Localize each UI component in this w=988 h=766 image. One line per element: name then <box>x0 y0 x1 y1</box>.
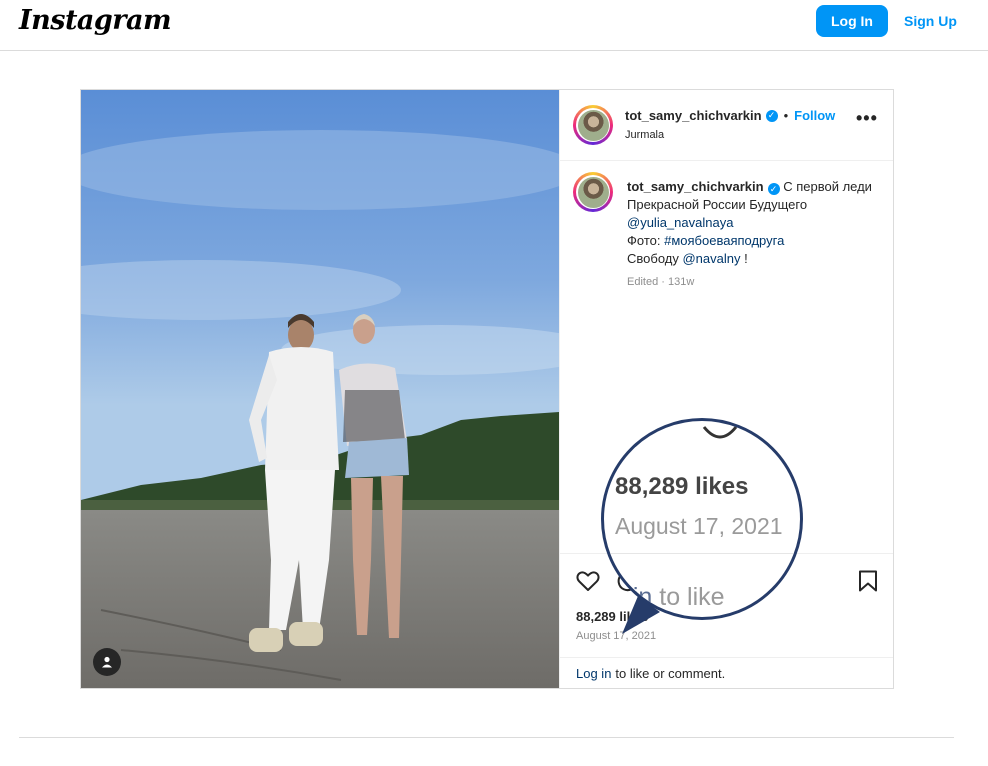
caption-avatar[interactable] <box>573 172 613 212</box>
top-bar: Instagram Log In Sign Up <box>0 0 988 51</box>
caption-end: ! <box>740 251 748 266</box>
verified-icon: ✓ <box>765 109 778 122</box>
zoom-callout: 88,289 likes August 17, 2021 g in to lik… <box>601 418 803 620</box>
signup-link[interactable]: Sign Up <box>900 5 961 37</box>
post-photo[interactable] <box>81 90 559 688</box>
follow-button[interactable]: Follow <box>794 108 835 123</box>
zoom-likes: 88,289 likes <box>615 473 749 500</box>
caption-username[interactable]: tot_samy_chichvarkin <box>627 179 764 194</box>
edited-timestamp: Edited · 131w <box>627 276 695 288</box>
mention-link-2[interactable]: @navalny <box>682 251 740 266</box>
caption-photo-label: Фото: <box>627 233 661 248</box>
caption: tot_samy_chichvarkin ✓ С первой леди Прек… <box>627 178 877 268</box>
heart-icon[interactable] <box>576 570 600 592</box>
location-link[interactable]: Jurmala <box>625 129 664 141</box>
instagram-logo[interactable]: Instagram <box>19 5 172 36</box>
post-card: tot_samy_chichvarkin ✓ • Follow Jurmala … <box>80 89 894 689</box>
login-to-comment-link[interactable]: Log in <box>576 666 611 681</box>
zoom-date: August 17, 2021 <box>615 513 783 539</box>
caption-freedom-label: Свободу <box>627 251 679 266</box>
bookmark-icon[interactable] <box>858 570 878 592</box>
username-link[interactable]: tot_samy_chichvarkin <box>625 108 762 123</box>
post-photo-illustration <box>81 90 559 688</box>
user-tag-icon[interactable] <box>93 648 121 676</box>
comment-prompt: to like or comment. <box>615 666 726 681</box>
more-icon[interactable]: ••• <box>856 109 878 127</box>
header-user-row: tot_samy_chichvarkin ✓ • Follow <box>625 108 835 123</box>
mention-link[interactable]: @yulia_navalnaya <box>627 215 733 230</box>
zoom-login-text: g in to like <box>612 583 725 611</box>
verified-icon: ✓ <box>767 183 780 195</box>
post-header: tot_samy_chichvarkin ✓ • Follow Jurmala … <box>560 90 893 161</box>
hashtag-link[interactable]: #моябоеваяподруга <box>664 233 784 248</box>
login-button[interactable]: Log In <box>816 5 888 37</box>
zoom-divider <box>604 553 800 554</box>
separator-dot: • <box>783 108 789 123</box>
zoom-partial-icon <box>702 426 738 439</box>
footer-divider <box>19 737 954 738</box>
avatar[interactable] <box>573 105 613 145</box>
comment-bar: Log in to like or comment. <box>560 657 893 688</box>
